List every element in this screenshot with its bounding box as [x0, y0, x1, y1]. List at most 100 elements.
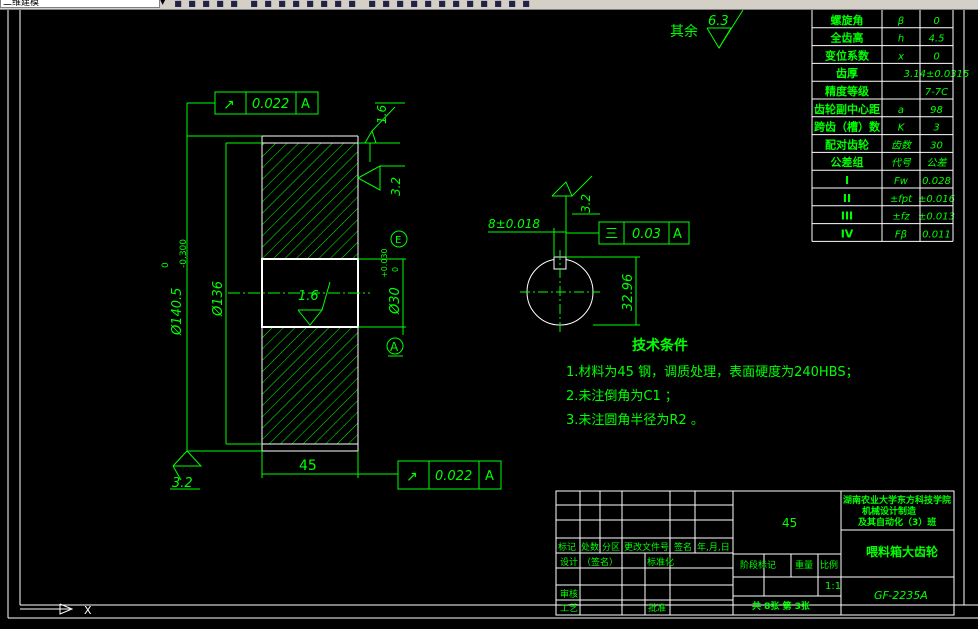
drawing-canvas[interactable]: Ø140.5 0 -0.300 Ø136 Ø30 +0.030 0 E A 45…: [0, 10, 978, 629]
tb-icon-7[interactable]: ■: [262, 0, 274, 8]
param-cell: 0.028: [922, 176, 951, 187]
tb-icon-10[interactable]: ■: [304, 0, 316, 8]
roughness-rest-symbol: 6.3: [706, 10, 744, 49]
tb-icon-12[interactable]: ■: [332, 0, 344, 8]
toolbar: 二维建模 ▼ ■ ■ ■ ■ ■ ■ ■ ■ ■ ■ ■ ■ ■ ■ ■ ■ ■ ■ ■ ■ ■ ■ ■ ■ ■: [0, 0, 978, 10]
tb-icon-15[interactable]: ■: [380, 0, 392, 8]
tolerance-frame-bottom: ↗ 0.022 A: [397, 460, 502, 490]
svg-text:3.2: 3.2: [389, 177, 403, 196]
ucs-icon: X: [20, 603, 92, 617]
tolerance-bottom-datum: A: [485, 469, 494, 484]
chevron-down-icon[interactable]: ▼: [160, 0, 168, 8]
roughness-symbol-top: 1.6: [360, 102, 405, 144]
tb-icon-21[interactable]: ■: [464, 0, 476, 8]
param-cell: 4.5: [929, 34, 945, 45]
param-cell: 全齿高: [830, 31, 864, 45]
tb-icon-19[interactable]: ■: [436, 0, 448, 8]
param-cell: 螺旋角: [831, 13, 864, 27]
tolerance-frame-top: ↗ 0.022 A: [186, 91, 319, 136]
roughness-key: 3.2: [579, 194, 593, 213]
tolerance-key-datum: A: [673, 227, 682, 242]
title-drawing-no: GF-2235A: [874, 589, 928, 602]
dim-outer-tol-upper: 0: [161, 262, 171, 268]
tb-icon-20[interactable]: ■: [450, 0, 462, 8]
param-cell: 跨齿（槽）数: [814, 120, 881, 134]
svg-text:A: A: [390, 340, 399, 354]
dim-width: 45: [299, 458, 317, 474]
svg-text:X: X: [84, 604, 92, 617]
dim-bore-diameter: Ø30: [388, 287, 403, 315]
svg-text:3.2: 3.2: [172, 476, 193, 491]
roughness-rest-label: 其余: [670, 23, 698, 40]
param-cell: 0.011: [922, 229, 951, 240]
tb-icon-23[interactable]: ■: [492, 0, 504, 8]
svg-text:1.6: 1.6: [375, 105, 389, 124]
tech-line-3: 3.未注圆角半径为R2 。: [566, 413, 704, 428]
tolerance-key-symbol: 三: [605, 227, 618, 242]
tb-icon-18[interactable]: ■: [422, 0, 434, 8]
tb-icon-16[interactable]: ■: [394, 0, 406, 8]
datum-a-marker: A: [386, 337, 404, 357]
tb-icon-25[interactable]: ■: [520, 0, 532, 8]
label-design: 设计: [560, 556, 578, 568]
label-doc: 更改文件号: [624, 541, 669, 553]
dim-key-depth: 32.96: [621, 274, 636, 311]
param-cell: x: [897, 51, 904, 62]
tolerance-frame-key: 三 0.03 A: [566, 221, 690, 245]
param-cell: 30: [930, 140, 943, 151]
keyway-section: [488, 175, 640, 334]
label-scale: 比例: [820, 559, 838, 571]
tb-icon-14[interactable]: ■: [366, 0, 378, 8]
tb-icon-1[interactable]: ■: [172, 0, 184, 8]
param-cell: III: [841, 210, 853, 223]
tb-icon-2[interactable]: ■: [186, 0, 198, 8]
dim-bore-tol-upper: +0.030: [380, 248, 389, 278]
label-process: 工艺: [560, 603, 578, 614]
param-cell: 代号: [891, 157, 912, 169]
param-cell: ±fpt: [890, 194, 913, 205]
tech-line-1: 1.材料为45 钢，调质处理，表面硬度为240HBS；: [566, 364, 859, 380]
tb-icon-13[interactable]: ■: [346, 0, 358, 8]
param-cell: 齿数: [891, 139, 913, 151]
tb-icon-22[interactable]: ■: [478, 0, 490, 8]
tb-icon-8[interactable]: ■: [276, 0, 288, 8]
title-part-name: 喂料箱大齿轮: [866, 544, 939, 559]
param-cell: II: [843, 192, 851, 205]
param-cell: 3: [933, 123, 939, 134]
param-cell: Fw: [894, 176, 909, 187]
param-cell: IV: [841, 227, 854, 240]
tb-icon-6[interactable]: ■: [248, 0, 260, 8]
tb-icon-4[interactable]: ■: [214, 0, 226, 8]
param-cell: 0: [933, 16, 939, 27]
dim-outer-tol-lower: -0.300: [179, 239, 189, 268]
param-cell: 齿厚: [836, 66, 858, 80]
param-cell: a: [898, 105, 904, 116]
tb-icon-17[interactable]: ■: [408, 0, 420, 8]
dim-key-width: 8±0.018: [488, 217, 540, 231]
tb-icon-24[interactable]: ■: [506, 0, 518, 8]
label-weight: 重量: [795, 559, 813, 571]
title-school-3: 及其自动化（3）班: [858, 516, 936, 528]
tolerance-key-value: 0.03: [632, 227, 661, 242]
tb-icon-11[interactable]: ■: [318, 0, 330, 8]
label-approve: 批准: [648, 602, 666, 614]
label-review: 审核: [560, 588, 578, 600]
label-date: 年,月,日: [697, 541, 730, 553]
title-school-1: 湖南农业大学东方科技学院: [843, 494, 951, 506]
tb-icon-3[interactable]: ■: [200, 0, 212, 8]
title-scale: 1:1: [825, 581, 841, 592]
param-cell: 变位系数: [825, 48, 870, 62]
drawing-frame: [7, 10, 978, 619]
param-cell: K: [898, 123, 906, 134]
roughness-symbol-bore: 1.6: [297, 281, 331, 326]
tb-icon-9[interactable]: ■: [290, 0, 302, 8]
label-count: 处数: [581, 541, 599, 553]
layer-dropdown[interactable]: 二维建模: [0, 0, 160, 8]
roughness-symbol-bottom: 3.2: [170, 450, 203, 491]
svg-text:1.6: 1.6: [298, 289, 319, 304]
svg-text:6.3: 6.3: [708, 14, 729, 29]
tolerance-top-symbol: ↗: [223, 97, 235, 113]
tb-icon-5[interactable]: ■: [228, 0, 240, 8]
tolerance-top-value: 0.022: [252, 97, 289, 112]
tech-title: 技术条件: [632, 337, 688, 354]
